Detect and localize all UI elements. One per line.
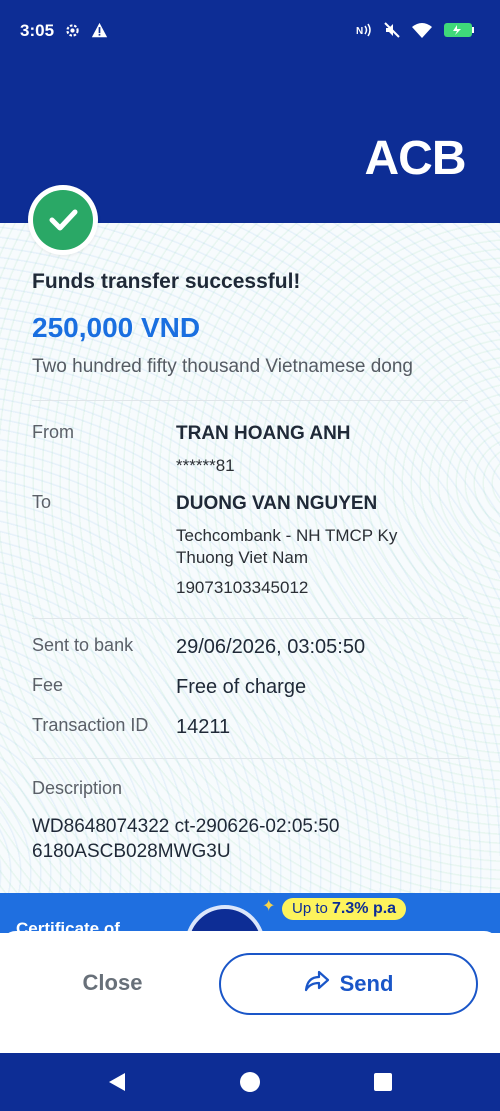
home-icon[interactable] <box>238 1070 262 1094</box>
status-time: 3:05 <box>20 21 55 40</box>
battery-icon <box>444 22 478 43</box>
transaction-id-label: Transaction ID <box>32 715 149 735</box>
description-line1: WD8648074322 ct-290626-02:05:50 <box>32 816 340 837</box>
divider <box>32 618 468 619</box>
to-bank-line2: Thuong Viet Nam <box>176 548 308 567</box>
sent-to-bank-value: 29/06/2026, 03:05:50 <box>176 636 366 658</box>
sparkle-icon: ✦ <box>262 898 276 915</box>
check-icon <box>49 209 78 231</box>
transfer-amount: 250,000 VND <box>32 312 201 343</box>
share-icon <box>304 970 330 998</box>
from-account: ******81 <box>176 456 235 475</box>
success-badge <box>28 185 98 255</box>
mute-icon <box>384 22 400 43</box>
to-name: DUONG VAN NGUYEN <box>176 493 378 514</box>
system-nav-bar <box>0 1053 500 1111</box>
to-bank-line1: Techcombank - NH TMCP Ky <box>176 526 398 545</box>
description-label: Description <box>32 778 123 798</box>
divider <box>32 758 468 759</box>
logo-text: ACB <box>365 132 466 180</box>
action-bar: Close Send <box>0 931 500 1053</box>
from-name: TRAN HOANG ANH <box>176 423 351 444</box>
send-label: Send <box>339 971 394 996</box>
status-bar: 3:05 N <box>0 0 500 60</box>
promo-banner[interactable]: Certificate of ✦ Up to 7.3% p.a <box>0 893 500 933</box>
rate-prefix: Up to <box>292 900 328 917</box>
to-label: To <box>32 492 52 512</box>
gear-icon <box>64 22 81 44</box>
to-account: 19073103345012 <box>176 578 309 597</box>
warning-icon <box>91 22 108 44</box>
svg-text:N: N <box>356 26 363 37</box>
page-title: Funds transfer successful! <box>32 270 301 293</box>
description-line2: 6180ASCB028MWG3U <box>32 841 231 862</box>
wifi-icon <box>412 22 432 43</box>
divider <box>32 400 468 401</box>
back-icon[interactable] <box>105 1070 129 1094</box>
coin-graphic <box>185 905 265 933</box>
recents-icon[interactable] <box>371 1070 395 1094</box>
acb-logo: ACB <box>365 132 467 180</box>
close-button[interactable]: Close <box>30 951 195 1015</box>
nfc-icon: N <box>356 23 372 42</box>
transaction-id-value: 14211 <box>176 716 231 738</box>
rate-value: 7.3% p.a <box>332 900 397 917</box>
description-value: WD8648074322 ct-290626-02:05:50 6180ASCB… <box>32 814 472 864</box>
send-button[interactable]: Send <box>219 953 478 1015</box>
fee-value: Free of charge <box>176 676 307 698</box>
fee-label: Fee <box>32 675 64 695</box>
from-label: From <box>32 422 74 442</box>
sent-to-bank-label: Sent to bank <box>32 635 134 655</box>
amount-in-words: Two hundred fifty thousand Vietnamese do… <box>32 356 413 377</box>
interest-rate-badge: Up to 7.3% p.a <box>282 898 407 920</box>
